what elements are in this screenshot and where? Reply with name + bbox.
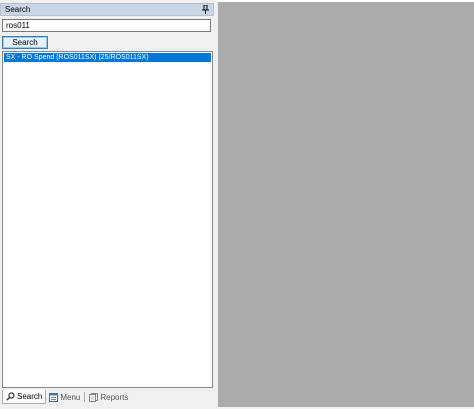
tab-menu[interactable]: Menu bbox=[46, 390, 83, 404]
search-icon bbox=[6, 392, 15, 401]
search-input[interactable] bbox=[2, 19, 211, 32]
reports-icon bbox=[89, 392, 99, 402]
panel-header: Search bbox=[0, 3, 214, 16]
tab-label: Reports bbox=[100, 392, 129, 402]
bottom-tabs: Search Menu Reports bbox=[2, 390, 214, 404]
pin-icon[interactable] bbox=[201, 5, 209, 15]
workspace-area bbox=[218, 2, 474, 407]
panel-title: Search bbox=[5, 5, 31, 14]
menu-icon bbox=[49, 392, 59, 402]
tab-search[interactable]: Search bbox=[2, 390, 47, 404]
list-item[interactable]: SX - RO Spend (ROS011SX) (25/ROS011SX) bbox=[4, 53, 211, 62]
search-button[interactable]: Search bbox=[2, 36, 48, 49]
search-panel: Search Search SX - RO Spend (ROS011SX) (… bbox=[0, 0, 216, 409]
tab-reports[interactable]: Reports bbox=[86, 390, 131, 404]
results-list[interactable]: SX - RO Spend (ROS011SX) (25/ROS011SX) bbox=[2, 51, 213, 388]
tab-label: Search bbox=[17, 392, 43, 401]
tab-divider bbox=[84, 392, 86, 402]
tab-label: Menu bbox=[60, 392, 81, 402]
